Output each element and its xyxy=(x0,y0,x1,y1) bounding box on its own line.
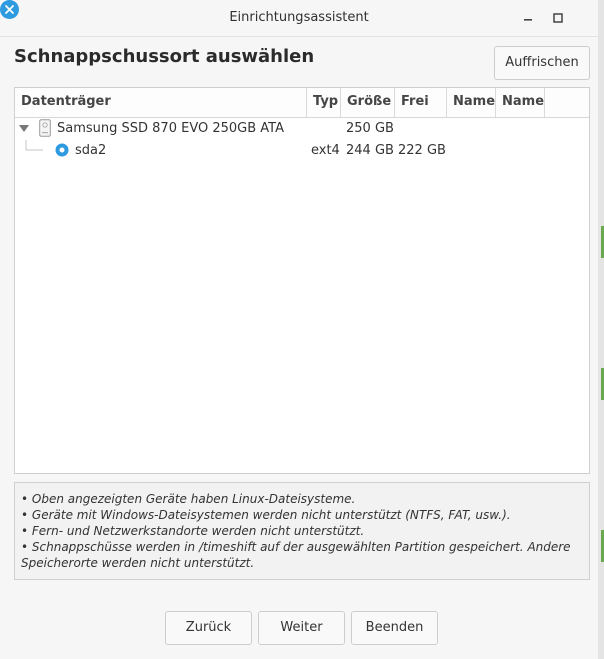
maximize-icon xyxy=(553,13,563,23)
radio-selected-icon xyxy=(55,143,69,157)
finish-button[interactable]: Beenden xyxy=(351,611,438,645)
column-header-size[interactable]: Größe xyxy=(341,88,395,117)
page-title: Schnappschussort auswählen xyxy=(14,46,315,67)
drive-icon xyxy=(39,119,51,137)
maximize-button[interactable] xyxy=(548,8,568,28)
partition-size: 244 GB xyxy=(346,143,394,158)
column-header-name-2[interactable]: Name xyxy=(496,88,545,117)
partition-row[interactable]: sda2 ext4 244 GB 222 GB xyxy=(15,140,589,162)
disk-row[interactable]: Samsung SSD 870 EVO 250GB ATA 250 GB xyxy=(15,118,589,140)
back-button[interactable]: Zurück xyxy=(165,611,252,645)
info-line: • Fern- und Netzwerkstandorte werden nic… xyxy=(21,524,365,538)
partition-free: 222 GB xyxy=(398,143,446,158)
info-line: • Geräte mit Windows-Dateisystemen werde… xyxy=(21,508,511,522)
next-button[interactable]: Weiter xyxy=(258,611,345,645)
disk-name: Samsung SSD 870 EVO 250GB ATA xyxy=(57,121,284,136)
tree-header: Datenträger Typ Größe Frei Name Name xyxy=(15,88,589,118)
info-line: • Schnappschüsse werden in /timeshift au… xyxy=(21,540,571,570)
minimize-icon xyxy=(524,19,532,21)
info-line: • Oben angezeigten Geräte haben Linux-Da… xyxy=(21,492,356,506)
tree-connector xyxy=(25,140,43,151)
partition-name: sda2 xyxy=(75,143,107,158)
titlebar: Einrichtungsassistent xyxy=(0,0,598,37)
column-header-name-1[interactable]: Name xyxy=(447,88,496,117)
refresh-button[interactable]: Auffrischen xyxy=(494,46,590,80)
info-box: • Oben angezeigten Geräte haben Linux-Da… xyxy=(14,482,590,580)
column-header-type[interactable]: Typ xyxy=(307,88,341,117)
partition-type: ext4 xyxy=(311,143,340,158)
window-title: Einrichtungsassistent xyxy=(229,10,369,25)
disk-size: 250 GB xyxy=(346,121,394,136)
column-header-device[interactable]: Datenträger xyxy=(15,88,307,117)
partition-radio[interactable] xyxy=(55,143,69,157)
setup-wizard-window: Einrichtungsassistent Schnappschussort a… xyxy=(0,0,599,659)
device-tree[interactable]: Datenträger Typ Größe Frei Name Name Sam… xyxy=(14,87,590,474)
column-header-free[interactable]: Frei xyxy=(395,88,447,117)
expander-down-icon[interactable] xyxy=(19,125,29,133)
minimize-button[interactable] xyxy=(518,8,538,28)
